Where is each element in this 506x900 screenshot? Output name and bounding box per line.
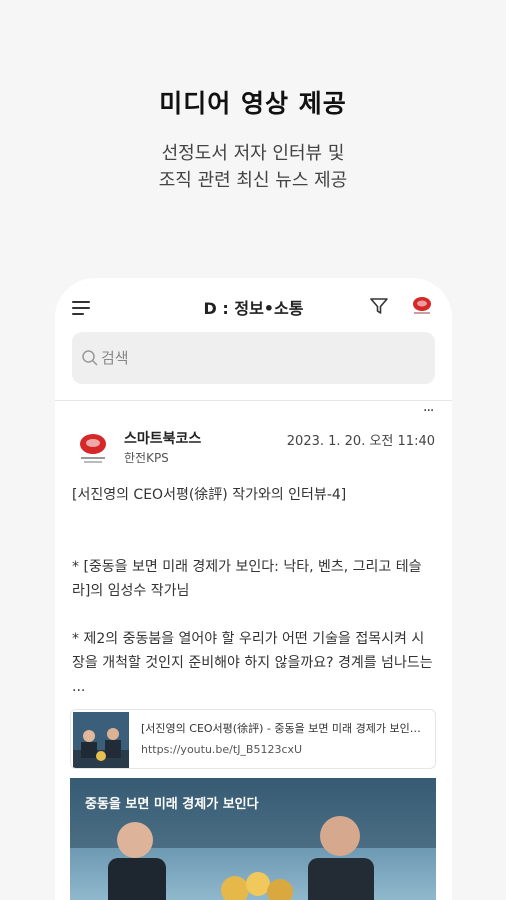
post-datetime: 2023. 1. 20. 오전 11:40 [286,434,435,449]
promo-title: 미디어 영상 제공 [159,89,347,118]
video-title: 중동을 보면 미래 경제가 보인다 [85,797,259,812]
link-preview-card[interactable]: [서진영의 CEO서평(徐評) - 중동을 보면 미래 경제가 보인다 - 낙타… [70,709,436,769]
promo-subtitle-line1: 선정도서 저자 인터뷰 및 [161,143,345,164]
more-options-button[interactable]: ··· [423,403,434,419]
phone-screen: D : 정보•소통 ··· 스마트북코스 한전KPS 2023. 1. 20. … [55,278,452,900]
promo-subtitle-line2: 조직 관련 최신 뉴스 제공 [158,170,348,191]
search-bar[interactable] [72,332,435,384]
post-org: 한전KPS [124,451,169,465]
post-body: [서진영의 CEO서평(徐評) 작가와의 인터뷰-4] * [중동을 보면 미래… [72,487,433,695]
link-title: [서진영의 CEO서평(徐評) - 중동을 보면 미래 경제가 보인다 - 낙타… [141,722,426,735]
link-thumbnail [73,712,129,768]
divider [55,400,452,401]
app-title: D : 정보•소통 [203,299,304,318]
filter-icon[interactable] [369,297,389,315]
promo-subtitle: 선정도서 저자 인터뷰 및 조직 관련 최신 뉴스 제공 [0,140,506,194]
app-topbar: D : 정보•소통 [55,278,452,332]
brand-logo-icon[interactable] [410,295,434,317]
search-icon [82,350,98,366]
video-thumbnail[interactable]: 중동을 보면 미래 경제가 보인다 [70,778,436,900]
author-avatar[interactable] [75,430,111,466]
link-url: https://youtu.be/tJ_B5123cxU [141,743,303,756]
search-input[interactable] [101,332,421,384]
post-author[interactable]: 스마트북코스 [124,428,201,448]
